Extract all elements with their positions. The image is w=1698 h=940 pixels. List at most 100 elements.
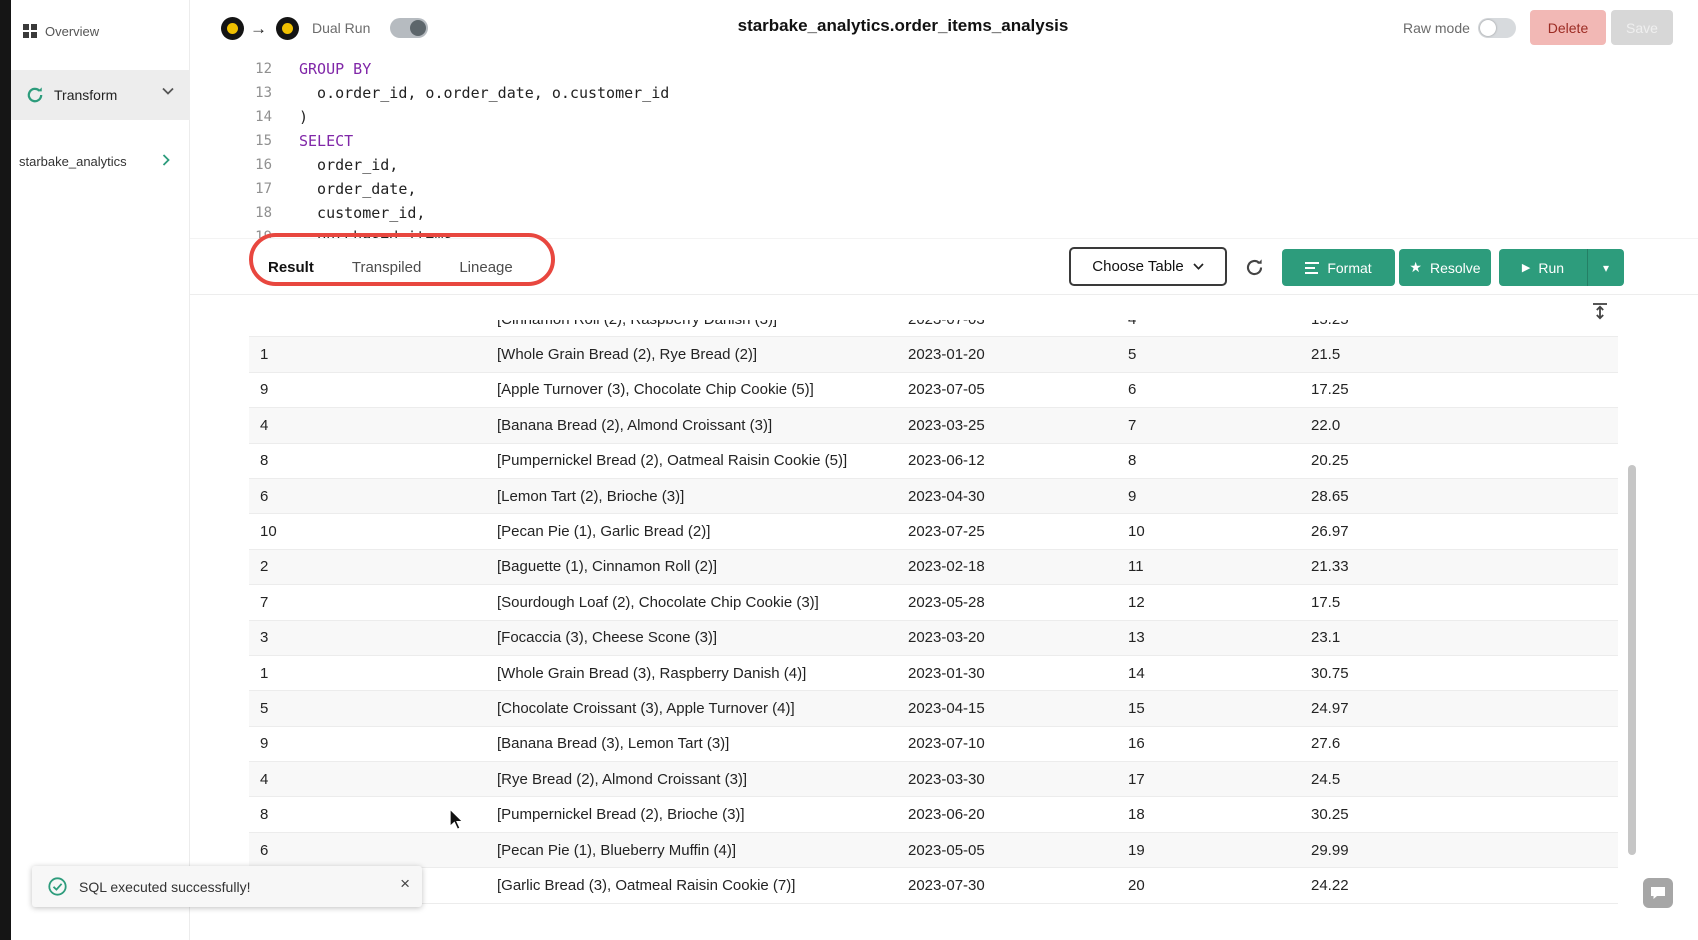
toggle-knob: [410, 20, 426, 36]
app-window: Overview Transform starbake_analytics → …: [0, 0, 1698, 940]
play-icon: ▶: [1522, 261, 1530, 274]
format-button[interactable]: Format: [1282, 249, 1395, 286]
chevron-down-icon: [162, 87, 174, 95]
toast-close-icon[interactable]: ×: [400, 875, 410, 892]
line-code: order_id,: [299, 153, 398, 177]
cell-row-number: 11: [1117, 558, 1300, 575]
chat-bubble-icon: [1650, 886, 1666, 900]
cell-order-date: 2023-04-15: [897, 700, 1117, 717]
delete-button[interactable]: Delete: [1530, 10, 1606, 45]
editor-line[interactable]: 12 GROUP BY: [190, 57, 1698, 81]
cell-order-id: 8: [249, 806, 486, 823]
dual-run-label: Dual Run: [312, 20, 370, 36]
top-bar: → Dual Run starbake_analytics.order_item…: [190, 0, 1698, 55]
cell-purchased-items: [Chocolate Croissant (3), Apple Turnover…: [486, 700, 897, 717]
resolve-label: Resolve: [1430, 260, 1481, 276]
check-circle-icon: [48, 877, 67, 896]
editor-line[interactable]: 18 customer_id,: [190, 201, 1698, 225]
cell-row-number: 20: [1117, 877, 1300, 894]
results-tab[interactable]: Result: [268, 259, 314, 276]
choose-table-label: Choose Table: [1092, 258, 1183, 275]
run-button-group: ▶ Run ▾: [1499, 249, 1624, 286]
vertical-scrollbar-thumb[interactable]: [1628, 465, 1636, 855]
fit-row-height-button[interactable]: [1590, 301, 1610, 321]
sidebar-item-transform[interactable]: Transform: [11, 70, 190, 120]
cell-order-date: 2023-05-28: [897, 594, 1117, 611]
cell-order-date: 2023-04-30: [897, 488, 1117, 505]
format-lines-icon: [1305, 262, 1319, 274]
cell-purchased-items: [Pumpernickel Bread (2), Brioche (3)]: [486, 806, 897, 823]
fit-height-icon: [1590, 301, 1610, 321]
choose-table-dropdown[interactable]: Choose Table: [1069, 247, 1227, 286]
cell-row-number: 8: [1117, 452, 1300, 469]
table-row: 6 [Lemon Tart (2), Brioche (3)] 2023-04-…: [249, 479, 1618, 514]
cell-row-number: 14: [1117, 665, 1300, 682]
cell-order-date: 2023-07-03: [897, 320, 1117, 328]
sidebar-project-label: starbake_analytics: [19, 154, 127, 169]
table-row: 9 [Banana Bread (3), Lemon Tart (3)] 202…: [249, 727, 1618, 762]
cell-order-date: 2023-07-10: [897, 735, 1117, 752]
results-tab[interactable]: Lineage: [459, 259, 512, 276]
results-tab[interactable]: Transpiled: [352, 259, 421, 276]
run-options-caret-button[interactable]: ▾: [1587, 249, 1624, 286]
editor-line[interactable]: 19 purchased_items,: [190, 225, 1698, 239]
cell-total: 23.1: [1300, 629, 1618, 646]
cell-order-date: 2023-03-30: [897, 771, 1117, 788]
target-dialect-icon: [276, 17, 299, 40]
sql-editor[interactable]: 12 GROUP BY 13 o.order_id, o.order_date,…: [190, 55, 1698, 239]
cell-total: 21.33: [1300, 558, 1618, 575]
table-row: 4 [Rye Bread (2), Almond Croissant (3)] …: [249, 762, 1618, 797]
cell-order-date: 2023-03-25: [897, 417, 1117, 434]
editor-line[interactable]: 14 ): [190, 105, 1698, 129]
cell-order-date: 2023-03-20: [897, 629, 1117, 646]
cell-order-id: 1: [249, 665, 486, 682]
editor-line[interactable]: 13 o.order_id, o.order_date, o.customer_…: [190, 81, 1698, 105]
cell-order-id: 9: [249, 381, 486, 398]
sidebar-item-overview[interactable]: Overview: [23, 20, 99, 42]
refresh-button[interactable]: [1242, 255, 1266, 279]
feedback-chat-button[interactable]: [1643, 878, 1673, 908]
cell-order-date: 2023-05-05: [897, 842, 1117, 859]
cell-row-number: 12: [1117, 594, 1300, 611]
resolve-button[interactable]: ★ Resolve: [1399, 249, 1491, 286]
cell-row-number: 17: [1117, 771, 1300, 788]
cell-total: 30.25: [1300, 806, 1618, 823]
sidebar-item-starbake-analytics[interactable]: starbake_analytics: [11, 148, 190, 174]
sidebar-transform-label: Transform: [54, 87, 117, 103]
cell-order-date: 2023-06-20: [897, 806, 1117, 823]
cell-purchased-items: [Focaccia (3), Cheese Scone (3)]: [486, 629, 897, 646]
raw-mode-label: Raw mode: [1403, 20, 1470, 36]
cell-total: 24.5: [1300, 771, 1618, 788]
table-row: 8 [Pumpernickel Bread (2), Oatmeal Raisi…: [249, 444, 1618, 479]
cell-purchased-items: [Cinnamon Roll (2), Raspberry Danish (3)…: [486, 320, 897, 328]
tab-label: Result: [268, 259, 314, 276]
success-toast: SQL executed successfully! ×: [32, 866, 422, 907]
editor-line[interactable]: 16 order_id,: [190, 153, 1698, 177]
sidebar: Overview Transform starbake_analytics: [11, 0, 190, 940]
tab-label: Lineage: [459, 259, 512, 276]
sidebar-overview-label: Overview: [45, 24, 99, 39]
cell-order-date: 2023-07-25: [897, 523, 1117, 540]
cell-row-number: 6: [1117, 381, 1300, 398]
cell-total: 17.5: [1300, 594, 1618, 611]
table-row: 1 [Whole Grain Bread (2), Rye Bread (2)]…: [249, 337, 1618, 372]
editor-line[interactable]: 15 SELECT: [190, 129, 1698, 153]
star-icon: ★: [1409, 259, 1422, 276]
dual-run-toggle[interactable]: [390, 18, 428, 38]
table-row: 10 [Pecan Pie (1), Garlic Bread (2)] 202…: [249, 514, 1618, 549]
line-number: 18: [190, 201, 272, 225]
line-number: 17: [190, 177, 272, 201]
results-tabs: Result Transpiled Lineage: [268, 239, 513, 295]
results-panel: Result Transpiled Lineage Choose Table F…: [190, 239, 1698, 940]
cell-order-id: 7: [249, 594, 486, 611]
cell-order-date: 2023-07-30: [897, 877, 1117, 894]
raw-mode-toggle[interactable]: [1478, 18, 1516, 38]
transform-icon: [26, 86, 44, 104]
cell-purchased-items: [Whole Grain Bread (2), Rye Bread (2)]: [486, 346, 897, 363]
table-row: 7 [Sourdough Loaf (2), Chocolate Chip Co…: [249, 585, 1618, 620]
line-number: 19: [190, 225, 272, 239]
save-button[interactable]: Save: [1611, 10, 1673, 45]
cell-total: 24.22: [1300, 877, 1618, 894]
editor-line[interactable]: 17 order_date,: [190, 177, 1698, 201]
run-button[interactable]: ▶ Run: [1499, 249, 1587, 286]
